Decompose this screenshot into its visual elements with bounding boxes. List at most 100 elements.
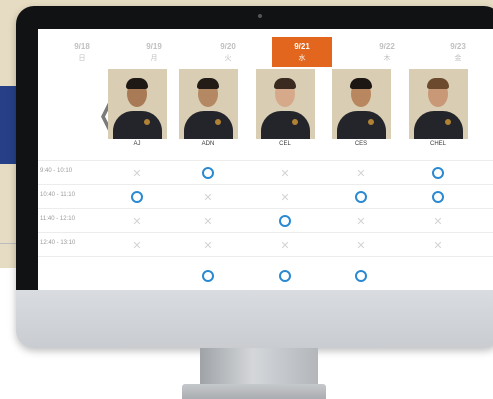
unavailable-cross-icon: ✕ bbox=[280, 166, 290, 180]
teacher-photo[interactable] bbox=[409, 69, 468, 139]
schedule-cell: ✕ bbox=[331, 210, 391, 232]
unavailable-cross-icon: ✕ bbox=[433, 238, 443, 252]
schedule-cell[interactable] bbox=[331, 258, 391, 282]
schedule-cell[interactable] bbox=[408, 186, 468, 208]
shirt bbox=[113, 111, 162, 139]
schedule-cell[interactable] bbox=[178, 162, 238, 184]
date-tab[interactable]: 9/18 日 bbox=[52, 37, 112, 67]
weekday-label: 金 bbox=[454, 55, 462, 62]
date-tab[interactable]: 9/19 月 bbox=[124, 37, 184, 67]
teacher-name[interactable]: CES bbox=[331, 141, 391, 147]
teacher-name[interactable]: AJ bbox=[107, 141, 167, 147]
logo-badge bbox=[144, 119, 150, 125]
hair bbox=[126, 78, 148, 89]
date-label: 9/19 bbox=[146, 42, 162, 51]
monitor-base bbox=[182, 384, 326, 399]
schedule-cell: ✕ bbox=[107, 210, 167, 232]
unavailable-cross-icon: ✕ bbox=[280, 238, 290, 252]
shirt bbox=[414, 111, 463, 139]
available-circle-icon bbox=[355, 191, 367, 203]
logo-badge bbox=[368, 119, 374, 125]
date-label: 9/23 bbox=[450, 42, 466, 51]
logo-badge bbox=[445, 119, 451, 125]
shirt bbox=[261, 111, 310, 139]
schedule-cell: ✕ bbox=[107, 162, 167, 184]
schedule-cell: ✕ bbox=[255, 162, 315, 184]
schedule-cell[interactable] bbox=[107, 186, 167, 208]
monitor-chin bbox=[16, 290, 493, 348]
monitor-stand bbox=[200, 348, 318, 386]
unavailable-cross-icon: ✕ bbox=[203, 190, 213, 204]
weekday-label: 火 bbox=[224, 55, 232, 62]
schedule-cell[interactable] bbox=[408, 162, 468, 184]
hair bbox=[197, 78, 219, 89]
available-circle-icon bbox=[279, 270, 291, 282]
schedule-cell[interactable] bbox=[255, 210, 315, 232]
unavailable-cross-icon: ✕ bbox=[203, 214, 213, 228]
shirt bbox=[184, 111, 233, 139]
date-label: 9/21 bbox=[294, 42, 310, 51]
teacher-name[interactable]: ADN bbox=[178, 141, 238, 147]
schedule-cell: ✕ bbox=[255, 186, 315, 208]
date-tab[interactable]: 9/20 火 bbox=[198, 37, 258, 67]
teacher-photo[interactable] bbox=[179, 69, 238, 139]
row-divider bbox=[38, 208, 493, 209]
available-circle-icon bbox=[202, 270, 214, 282]
weekday-label: 木 bbox=[383, 55, 391, 62]
schedule-cell: ✕ bbox=[331, 234, 391, 256]
monitor-bezel: 9/18 日 9/19 月 9/20 火 9/21 水 9/22 木 9/23 金 ❬ AJ ADN CE… bbox=[16, 6, 493, 290]
unavailable-cross-icon: ✕ bbox=[356, 238, 366, 252]
schedule-cell: ✕ bbox=[178, 186, 238, 208]
unavailable-cross-icon: ✕ bbox=[203, 238, 213, 252]
available-circle-icon bbox=[432, 191, 444, 203]
teacher-name[interactable]: CHEL bbox=[408, 141, 468, 147]
time-slot-label: 10:40 - 11:10 bbox=[40, 192, 75, 198]
schedule-cell[interactable] bbox=[331, 186, 391, 208]
teacher-photo[interactable] bbox=[108, 69, 167, 139]
schedule-cell: ✕ bbox=[408, 210, 468, 232]
date-tab[interactable]: 9/22 木 bbox=[357, 37, 417, 67]
date-tab[interactable]: 9/23 金 bbox=[428, 37, 488, 67]
hair bbox=[350, 78, 372, 89]
time-slot-label: 9:40 - 10:10 bbox=[40, 168, 73, 174]
logo-badge bbox=[215, 119, 221, 125]
unavailable-cross-icon: ✕ bbox=[280, 190, 290, 204]
unavailable-cross-icon: ✕ bbox=[433, 214, 443, 228]
unavailable-cross-icon: ✕ bbox=[132, 238, 142, 252]
logo-badge bbox=[292, 119, 298, 125]
schedule-cell: ✕ bbox=[331, 162, 391, 184]
row-divider bbox=[38, 232, 493, 233]
row-divider bbox=[38, 160, 493, 161]
unavailable-cross-icon: ✕ bbox=[356, 214, 366, 228]
date-tab[interactable]: 9/21 水 bbox=[272, 37, 332, 67]
schedule-cell: ✕ bbox=[107, 234, 167, 256]
teacher-photo[interactable] bbox=[332, 69, 391, 139]
available-circle-icon bbox=[279, 215, 291, 227]
date-label: 9/18 bbox=[74, 42, 90, 51]
time-slot-label: 11:40 - 12:10 bbox=[40, 216, 75, 222]
schedule-cell: ✕ bbox=[255, 234, 315, 256]
weekday-label: 日 bbox=[78, 55, 86, 62]
date-label: 9/20 bbox=[220, 42, 236, 51]
schedule-cell: ✕ bbox=[178, 234, 238, 256]
schedule-screen: 9/18 日 9/19 月 9/20 火 9/21 水 9/22 木 9/23 金 ❬ AJ ADN CE… bbox=[38, 29, 493, 290]
teacher-name[interactable]: CEL bbox=[255, 141, 315, 147]
row-divider bbox=[38, 256, 493, 257]
available-circle-icon bbox=[131, 191, 143, 203]
unavailable-cross-icon: ✕ bbox=[132, 166, 142, 180]
available-circle-icon bbox=[202, 167, 214, 179]
teacher-photo[interactable] bbox=[256, 69, 315, 139]
monitor: 9/18 日 9/19 月 9/20 火 9/21 水 9/22 木 9/23 金 ❬ AJ ADN CE… bbox=[16, 6, 493, 348]
weekday-label: 月 bbox=[150, 55, 158, 62]
date-header-row: 9/18 日 9/19 月 9/20 火 9/21 水 9/22 木 9/23 金 bbox=[38, 37, 493, 67]
unavailable-cross-icon: ✕ bbox=[356, 166, 366, 180]
hair bbox=[427, 78, 449, 89]
schedule-cell[interactable] bbox=[255, 258, 315, 282]
time-slot-label: 12:40 - 13:10 bbox=[40, 240, 76, 246]
schedule-cell: ✕ bbox=[178, 210, 238, 232]
row-divider bbox=[38, 184, 493, 185]
camera-icon bbox=[258, 14, 262, 18]
shirt bbox=[337, 111, 386, 139]
schedule-cell[interactable] bbox=[178, 258, 238, 282]
available-circle-icon bbox=[432, 167, 444, 179]
